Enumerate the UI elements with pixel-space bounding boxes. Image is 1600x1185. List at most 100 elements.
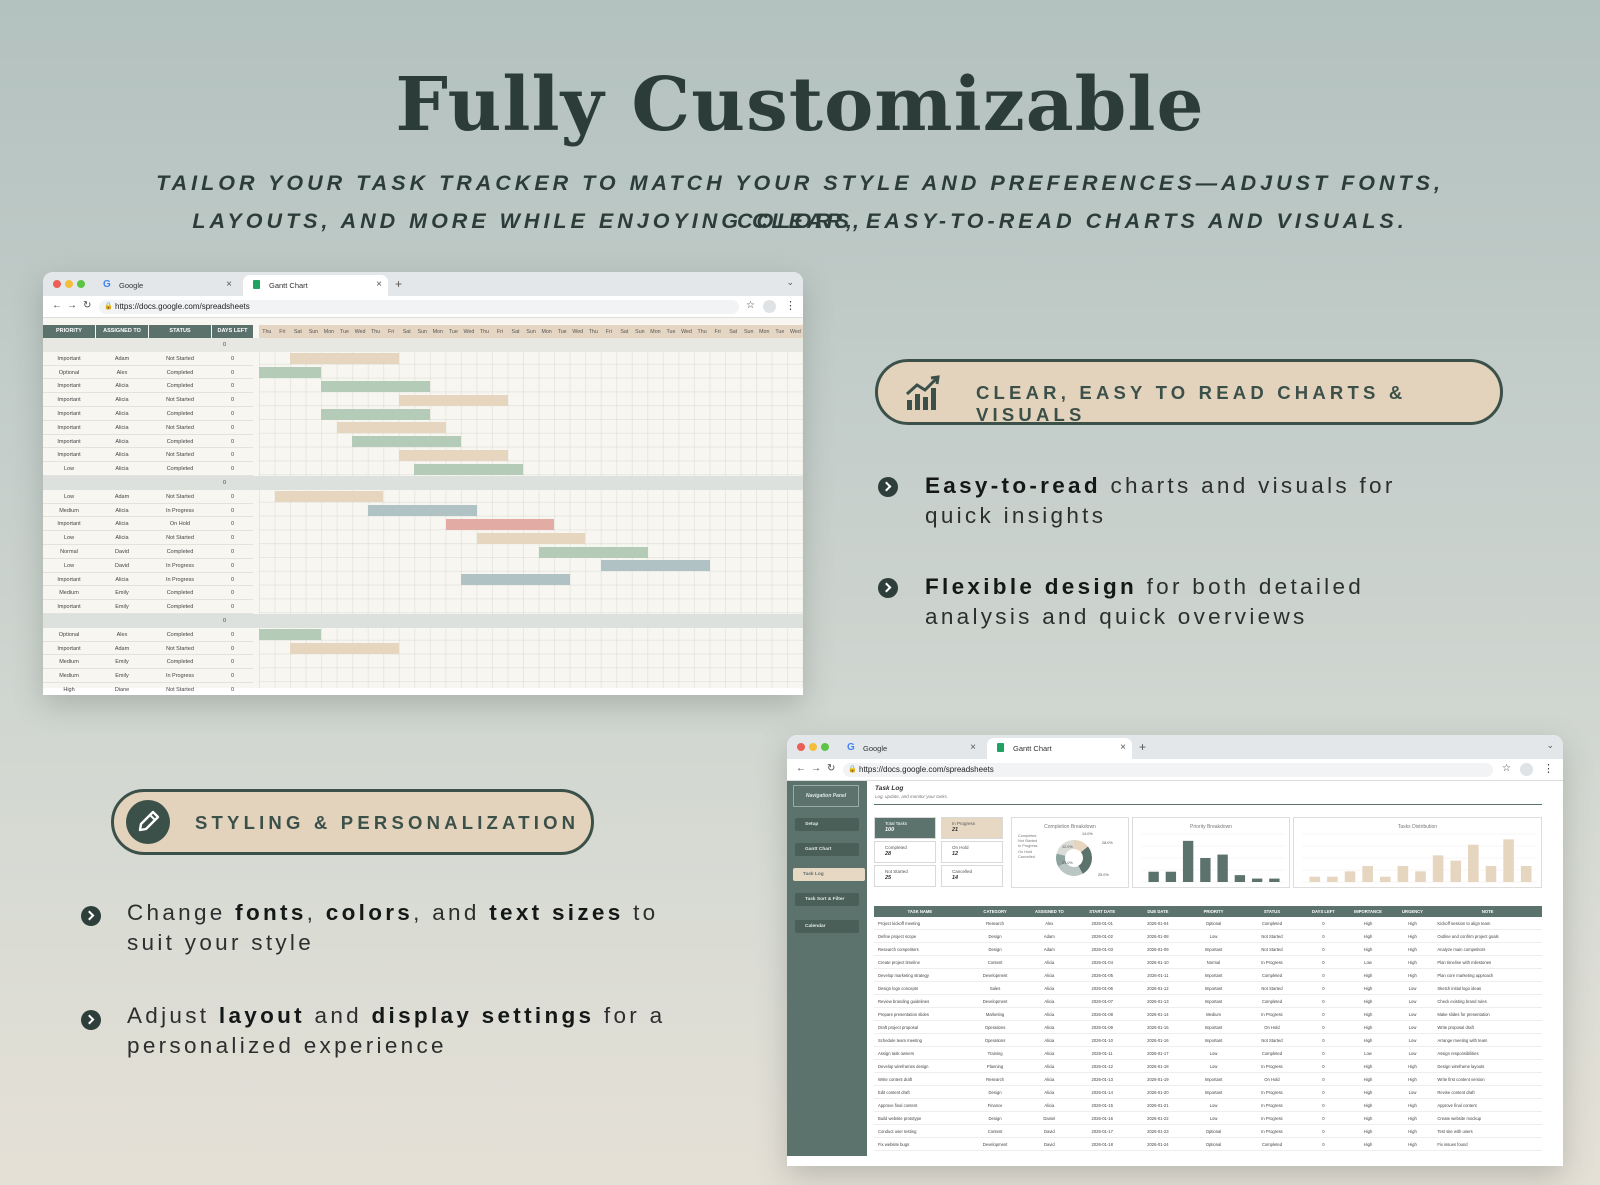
maximize-window-dot[interactable] — [77, 280, 85, 288]
nav-gantt-chart[interactable]: Gantt Chart — [795, 843, 859, 856]
minimize-window-dot[interactable] — [809, 743, 817, 751]
gantt-task-row[interactable]: Low Alicia Not Started 0 — [43, 531, 253, 545]
chevron-down-icon[interactable]: ⌄ — [786, 277, 794, 288]
gantt-task-row[interactable]: Important Alicia On Hold 0 — [43, 517, 253, 532]
table-header-cell[interactable]: ASSIGNED TO — [1024, 906, 1074, 917]
profile-avatar[interactable] — [1520, 763, 1533, 776]
url-field[interactable]: 🔒 https://docs.google.com/spreadsheets — [843, 763, 1493, 777]
bookmark-star-icon[interactable]: ☆ — [1502, 763, 1511, 774]
gantt-task-row[interactable]: Medium Alicia In Progress 0 — [43, 504, 253, 518]
close-window-dot[interactable] — [797, 743, 805, 751]
gantt-task-row[interactable]: Low Adam Not Started 0 — [43, 490, 253, 504]
table-header-cell[interactable]: IMPORTANCE — [1344, 906, 1391, 917]
gantt-bar[interactable] — [398, 394, 508, 406]
table-header-cell[interactable]: DUE DATE — [1130, 906, 1186, 917]
table-row[interactable]: Create project timeline Content Alicia 2026… — [874, 956, 1542, 969]
gantt-task-row[interactable]: Important Alicia Not Started 0 — [43, 393, 253, 407]
close-tab-icon[interactable]: × — [376, 279, 382, 290]
gantt-bar[interactable] — [259, 629, 322, 641]
gantt-task-row[interactable]: Important Alicia Completed 0 — [43, 379, 253, 394]
table-row[interactable]: Draft project proposal Operations Alicia 20… — [874, 1021, 1542, 1034]
table-row[interactable]: Project kickoff meeting Research Alex 2026-… — [874, 917, 1542, 930]
chevron-down-icon[interactable]: ⌄ — [1546, 740, 1554, 751]
gantt-task-row[interactable]: Important Alicia In Progress 0 — [43, 573, 253, 587]
back-arrow-icon[interactable]: ← — [52, 300, 62, 311]
table-row[interactable]: Prepare presentation slides Marketing Alic… — [874, 1008, 1542, 1021]
close-tab-icon[interactable]: × — [226, 279, 232, 290]
table-row[interactable]: Define project scope Design Adam 2026-01-02… — [874, 930, 1542, 943]
tab-google[interactable]: G Google × — [93, 275, 238, 296]
gantt-task-row[interactable]: Medium Emily Completed 0 — [43, 586, 253, 601]
table-header-cell[interactable]: STATUS — [1241, 906, 1302, 917]
gantt-bar[interactable] — [600, 560, 710, 572]
gantt-task-row[interactable]: Medium Emily In Progress 0 — [43, 669, 253, 683]
minimize-window-dot[interactable] — [65, 280, 73, 288]
url-field[interactable]: 🔒 https://docs.google.com/spreadsheets — [99, 300, 739, 314]
gantt-bar[interactable] — [398, 449, 508, 461]
close-window-dot[interactable] — [53, 280, 61, 288]
table-row[interactable]: Schedule team meeting Operations Alicia 202… — [874, 1034, 1542, 1047]
profile-avatar[interactable] — [763, 300, 776, 313]
gantt-task-row[interactable]: Important Alicia Not Started 0 — [43, 448, 253, 463]
gantt-task-row[interactable]: Medium Emily Completed 0 — [43, 655, 253, 670]
nav-task-log[interactable]: Task Log — [793, 868, 865, 881]
gantt-task-row[interactable]: Important Adam Not Started 0 — [43, 352, 253, 366]
reload-icon[interactable]: ↻ — [827, 763, 835, 774]
gantt-bar[interactable] — [321, 408, 430, 420]
table-row[interactable]: Assign task owners Training Alicia 2026-01-… — [874, 1047, 1542, 1060]
nav-task-sort-filter[interactable]: Task Sort & Filter — [795, 893, 859, 906]
gantt-task-row[interactable]: Normal David Completed 0 — [43, 545, 253, 559]
forward-arrow-icon[interactable]: → — [811, 763, 821, 774]
gantt-bar[interactable] — [259, 367, 322, 379]
bookmark-star-icon[interactable]: ☆ — [746, 300, 755, 311]
reload-icon[interactable]: ↻ — [83, 300, 91, 311]
more-menu-icon[interactable]: ⋮ — [1543, 762, 1554, 775]
table-header-cell[interactable]: NOTE — [1433, 906, 1542, 917]
gantt-bar[interactable] — [461, 574, 570, 586]
table-row[interactable]: Develop wireframes design Planning Alicia 2… — [874, 1060, 1542, 1073]
tab-google[interactable]: G Google × — [837, 738, 982, 759]
gantt-task-row[interactable]: Important Alicia Not Started 0 — [43, 421, 253, 435]
gantt-bar[interactable] — [321, 380, 430, 392]
table-row[interactable]: Conduct user testing Content David 2026-01-… — [874, 1125, 1542, 1138]
nav-setup[interactable]: Setup — [795, 818, 859, 831]
gantt-task-row[interactable]: Low Alicia Completed 0 — [43, 462, 253, 476]
table-header-cell[interactable]: URGENCY — [1392, 906, 1434, 917]
nav-calendar[interactable]: Calendar — [795, 920, 859, 933]
table-header-cell[interactable]: CATEGORY — [966, 906, 1024, 917]
gantt-task-row[interactable]: Important Adam Not Started 0 — [43, 642, 253, 656]
gantt-bar[interactable] — [290, 643, 399, 655]
close-tab-icon[interactable]: × — [970, 742, 976, 753]
table-row[interactable]: Build website prototype Design Daniel 2026-… — [874, 1112, 1542, 1125]
table-row[interactable]: Edit content draft Design Alicia 2026-01-14… — [874, 1086, 1542, 1099]
gantt-bar[interactable] — [290, 353, 399, 365]
gantt-task-row[interactable]: Optional Alex Completed 0 — [43, 366, 253, 380]
gantt-task-row[interactable]: Optional Alex Completed 0 — [43, 628, 253, 642]
table-header-cell[interactable]: DAYS LEFT — [1303, 906, 1345, 917]
gantt-bar[interactable] — [538, 546, 648, 558]
gantt-bar[interactable] — [274, 491, 384, 503]
table-row[interactable]: Fix website bugs Development David 2026-01-… — [874, 1138, 1542, 1151]
table-row[interactable]: Research competitors Design Adam 2026-01-03… — [874, 943, 1542, 956]
gantt-bar[interactable] — [336, 422, 446, 434]
table-row[interactable]: Develop marketing strategy Development Ali… — [874, 969, 1542, 982]
gantt-task-row[interactable]: Important Alicia Completed 0 — [43, 407, 253, 421]
gantt-bar[interactable] — [476, 532, 586, 544]
more-menu-icon[interactable]: ⋮ — [785, 299, 796, 312]
table-row[interactable]: Design logo concepts Sales Alicia 2026-01-0… — [874, 982, 1542, 995]
new-tab-icon[interactable]: + — [395, 277, 402, 291]
gantt-task-row[interactable]: Low David In Progress 0 — [43, 559, 253, 573]
back-arrow-icon[interactable]: ← — [796, 763, 806, 774]
table-row[interactable]: Approve final content Finance Alicia 2026-0… — [874, 1099, 1542, 1112]
new-tab-icon[interactable]: + — [1139, 740, 1146, 754]
table-row[interactable]: Write content draft Research Alicia 2026-01… — [874, 1073, 1542, 1086]
gantt-task-row[interactable]: High Diane Not Started 0 — [43, 683, 253, 695]
table-header-cell[interactable]: PRIORITY — [1186, 906, 1242, 917]
forward-arrow-icon[interactable]: → — [67, 300, 77, 311]
table-row[interactable]: Review branding guidelines Development Ali… — [874, 995, 1542, 1008]
maximize-window-dot[interactable] — [821, 743, 829, 751]
gantt-bar[interactable] — [445, 518, 555, 530]
table-header-cell[interactable]: TASK NAME — [874, 906, 966, 917]
close-tab-icon[interactable]: × — [1120, 742, 1126, 753]
table-header-cell[interactable]: START DATE — [1074, 906, 1130, 917]
